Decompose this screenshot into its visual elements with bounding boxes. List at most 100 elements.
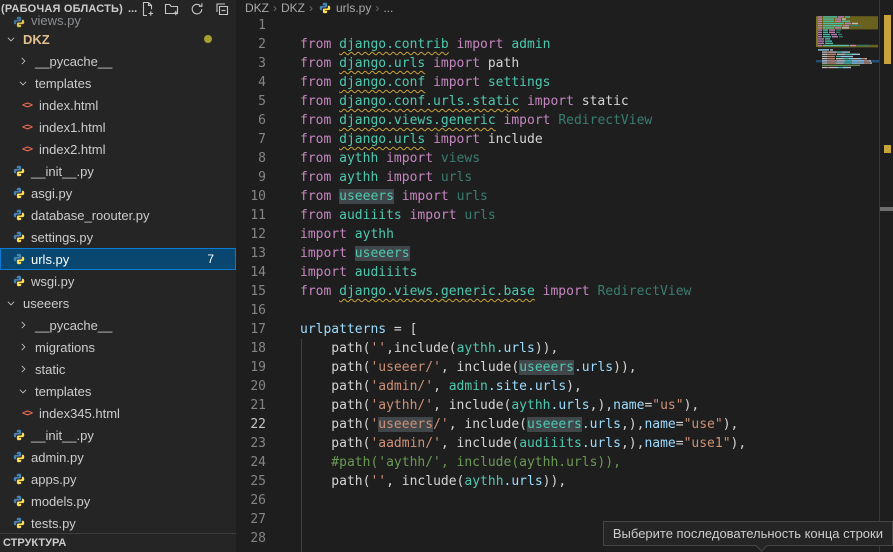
warning-marker: [884, 145, 891, 153]
code-line[interactable]: 12import aythh: [236, 225, 817, 244]
code-line[interactable]: 13import useeers: [236, 244, 817, 263]
tree-item-index2-html[interactable]: <>index2.html: [0, 138, 236, 160]
file-tree: views.pyDKZ__pycache__templates<>index.h…: [0, 15, 236, 534]
code-line[interactable]: 7from django.urls import include: [236, 130, 817, 149]
minimap[interactable]: [816, 0, 880, 552]
code-line[interactable]: 26: [236, 491, 817, 510]
tree-item-tests-py[interactable]: tests.py: [0, 512, 236, 534]
code-line[interactable]: 14import audiiits: [236, 263, 817, 282]
chevron-down-icon: [3, 34, 19, 44]
line-number: 26: [236, 491, 266, 510]
code-line-text: [266, 510, 300, 529]
modified-dot-icon: [204, 35, 212, 43]
code-line[interactable]: 1: [236, 16, 817, 35]
code-line[interactable]: 19 path('useeer/', include(useeers.urls)…: [236, 358, 817, 377]
tree-item-pycache[interactable]: __pycache__: [0, 50, 236, 72]
tree-item-settings-py[interactable]: settings.py: [0, 226, 236, 248]
tree-item-static[interactable]: static: [0, 358, 236, 380]
tree-item-templates[interactable]: templates: [0, 380, 236, 402]
code-line[interactable]: 6from django.views.generic import Redire…: [236, 111, 817, 130]
tree-item-index1-html[interactable]: <>index1.html: [0, 116, 236, 138]
breadcrumb-separator: ›: [273, 1, 277, 15]
indent-guide: [301, 339, 302, 552]
python-file-icon: [11, 16, 27, 28]
breadcrumb-folder[interactable]: DKZ: [281, 1, 305, 15]
code-line-text: from django.urls import path: [266, 54, 519, 73]
line-number: 3: [236, 54, 266, 73]
code-line[interactable]: 4from django.conf import settings: [236, 73, 817, 92]
code-line[interactable]: 20 path('admin/', admin.site.urls),: [236, 377, 817, 396]
tree-item-urls-py[interactable]: urls.py7: [0, 248, 236, 270]
code-line[interactable]: 5from django.conf.urls.static import sta…: [236, 92, 817, 111]
python-file-icon: [11, 451, 27, 463]
code-line-text: from audiiits import urls: [266, 206, 496, 225]
tree-item-pycache[interactable]: __pycache__: [0, 314, 236, 336]
code-line[interactable]: 15from django.views.generic.base import …: [236, 282, 817, 301]
tree-item-init-py[interactable]: __init__.py: [0, 424, 236, 446]
code-line[interactable]: 25 path('', include(aythh.urls)),: [236, 472, 817, 491]
tree-item-dkz[interactable]: DKZ: [0, 28, 236, 50]
line-number: 27: [236, 510, 266, 529]
tree-item-index-html[interactable]: <>index.html: [0, 94, 236, 116]
python-file-icon: [11, 165, 27, 177]
tree-item-apps-py[interactable]: apps.py: [0, 468, 236, 490]
code-area[interactable]: 12from django.contrib import admin3from …: [236, 16, 817, 552]
code-line[interactable]: 2from django.contrib import admin: [236, 35, 817, 54]
python-file-icon: [11, 517, 27, 529]
code-line[interactable]: 16: [236, 301, 817, 320]
code-line[interactable]: 9from aythh import urls: [236, 168, 817, 187]
tree-item-index345-html[interactable]: <>index345.html: [0, 402, 236, 424]
outline-section-header[interactable]: СТРУКТУРА: [0, 533, 236, 552]
breadcrumb-file[interactable]: urls.py: [317, 1, 371, 15]
code-line[interactable]: 18 path('',include(aythh.urls)),: [236, 339, 817, 358]
tree-item-label: asgi.py: [31, 186, 72, 201]
line-number: 15: [236, 282, 266, 301]
code-line-text: path('useeers/', include(useeers.urls,),…: [266, 415, 738, 434]
line-number: 10: [236, 187, 266, 206]
explorer-section-header[interactable]: (РАБОЧАЯ ОБЛАСТЬ) ...: [0, 0, 236, 16]
code-line[interactable]: 3from django.urls import path: [236, 54, 817, 73]
code-line[interactable]: 24 #path('aythh/', include(aythh.urls)),: [236, 453, 817, 472]
code-line-text: from django.urls import include: [266, 130, 543, 149]
tree-item-database-roouter-py[interactable]: database_roouter.py: [0, 204, 236, 226]
code-line[interactable]: 8from aythh import views: [236, 149, 817, 168]
eol-tooltip: Выберите последовательность конца строки: [603, 521, 893, 546]
code-line-text: import aythh: [266, 225, 394, 244]
tree-item-label: apps.py: [31, 472, 77, 487]
tree-item-migrations[interactable]: migrations: [0, 336, 236, 358]
editor-pane: DKZ › DKZ › urls.py › ... 12from django.…: [236, 0, 893, 552]
tree-item-asgi-py[interactable]: asgi.py: [0, 182, 236, 204]
code-line[interactable]: 22 path('useeers/', include(useeers.urls…: [236, 415, 817, 434]
more-actions-button[interactable]: ...: [128, 3, 137, 15]
line-number: 13: [236, 244, 266, 263]
code-line[interactable]: 11from audiiits import urls: [236, 206, 817, 225]
tree-item-templates[interactable]: templates: [0, 72, 236, 94]
code-line[interactable]: 10from useeers import urls: [236, 187, 817, 206]
tree-item-wsgi-py[interactable]: wsgi.py: [0, 270, 236, 292]
breadcrumb-folder[interactable]: DKZ: [245, 1, 269, 15]
tree-item-views-py[interactable]: views.py: [0, 15, 236, 28]
line-number: 23: [236, 434, 266, 453]
code-line[interactable]: 23 path('aadmin/', include(audiiits.urls…: [236, 434, 817, 453]
tree-item-models-py[interactable]: models.py: [0, 490, 236, 512]
code-line[interactable]: 17urlpatterns = [: [236, 320, 817, 339]
code-line-text: from useeers import urls: [266, 187, 488, 206]
tree-item-useeers[interactable]: useeers: [0, 292, 236, 314]
python-file-icon: [11, 209, 27, 221]
tree-item-label: urls.py: [31, 252, 69, 267]
tree-item-init-py[interactable]: __init__.py: [0, 160, 236, 182]
code-line-text: [266, 491, 300, 510]
breadcrumb-symbol[interactable]: ...: [383, 1, 393, 15]
tree-item-admin-py[interactable]: admin.py: [0, 446, 236, 468]
html-file-icon: <>: [19, 144, 35, 155]
vscode-window: (РАБОЧАЯ ОБЛАСТЬ) ... views.pyDKZ__pycac…: [0, 0, 893, 552]
chevron-down-icon: [15, 386, 31, 396]
python-file-icon: [11, 187, 27, 199]
code-line-text: from aythh import views: [266, 149, 480, 168]
code-line[interactable]: 21 path('aythh/', include(aythh.urls,),n…: [236, 396, 817, 415]
line-number: 4: [236, 73, 266, 92]
tree-item-label: __init__.py: [31, 164, 94, 179]
overview-ruler[interactable]: [879, 0, 893, 552]
tree-item-label: wsgi.py: [31, 274, 74, 289]
tree-item-label: __pycache__: [35, 318, 112, 333]
